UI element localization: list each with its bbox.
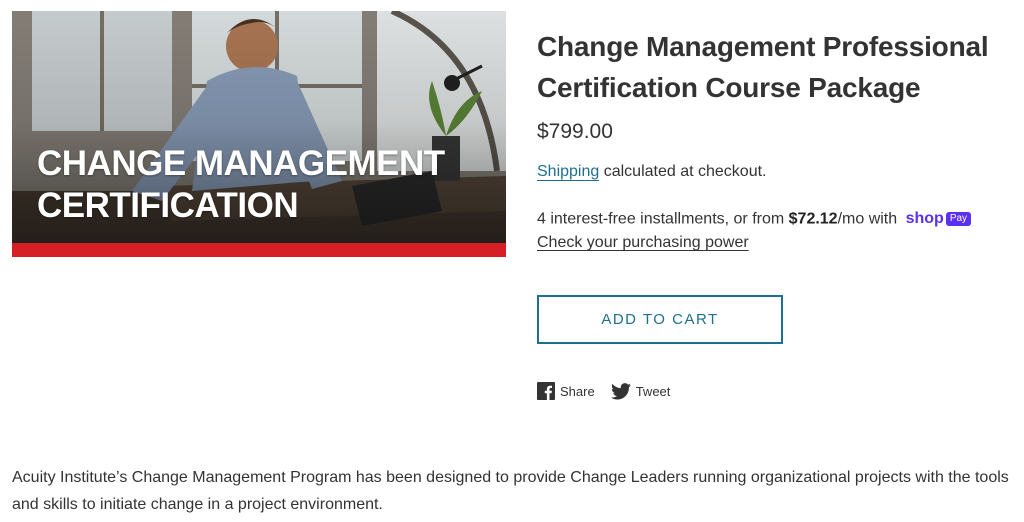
product-price: $799.00 [537,120,613,143]
facebook-share-link[interactable]: Share [537,382,595,401]
shipping-link[interactable]: Shipping [537,163,600,181]
product-description: Acuity Institute’s Change Management Pro… [12,469,1009,513]
tweet-label: Tweet [635,383,671,399]
purchasing-power-link[interactable]: Check your purchasing power [537,234,749,251]
hero-red-bar [12,243,506,257]
twitter-icon [610,383,631,400]
installments-amount: $72.12 [788,210,838,228]
shipping-note-text: calculated at checkout. [599,163,767,180]
shop-pay-badge: Pay [945,212,972,226]
hero-headline-line1: CHANGE MANAGEMENT [37,144,445,183]
hero-headline-line2: CERTIFICATION [37,186,299,225]
social-share-bar: Share Tweet [537,382,1012,401]
shop-pay-installments: 4 interest-free installments, or from $7… [537,207,1012,255]
installments-suffix: /mo with [837,210,898,228]
shop-pay-logo[interactable]: shop Pay [905,207,972,231]
hero-headline: CHANGE MANAGEMENT CERTIFICATION [37,143,445,227]
facebook-icon [537,382,555,401]
share-label: Share [560,383,595,399]
twitter-tweet-link[interactable]: Tweet [610,383,671,400]
installments-prefix: 4 interest-free installments, or from [537,210,789,228]
product-title: Change Management Professional Certifica… [537,31,989,103]
add-to-cart-button[interactable]: ADD TO CART [537,295,783,345]
product-image[interactable]: CHANGE MANAGEMENT CERTIFICATION [12,11,506,257]
shop-pay-wordmark: shop [905,210,944,227]
product-info: Change Management Professional Certifica… [537,26,1012,401]
shipping-note: Shipping calculated at checkout. [537,162,1012,182]
